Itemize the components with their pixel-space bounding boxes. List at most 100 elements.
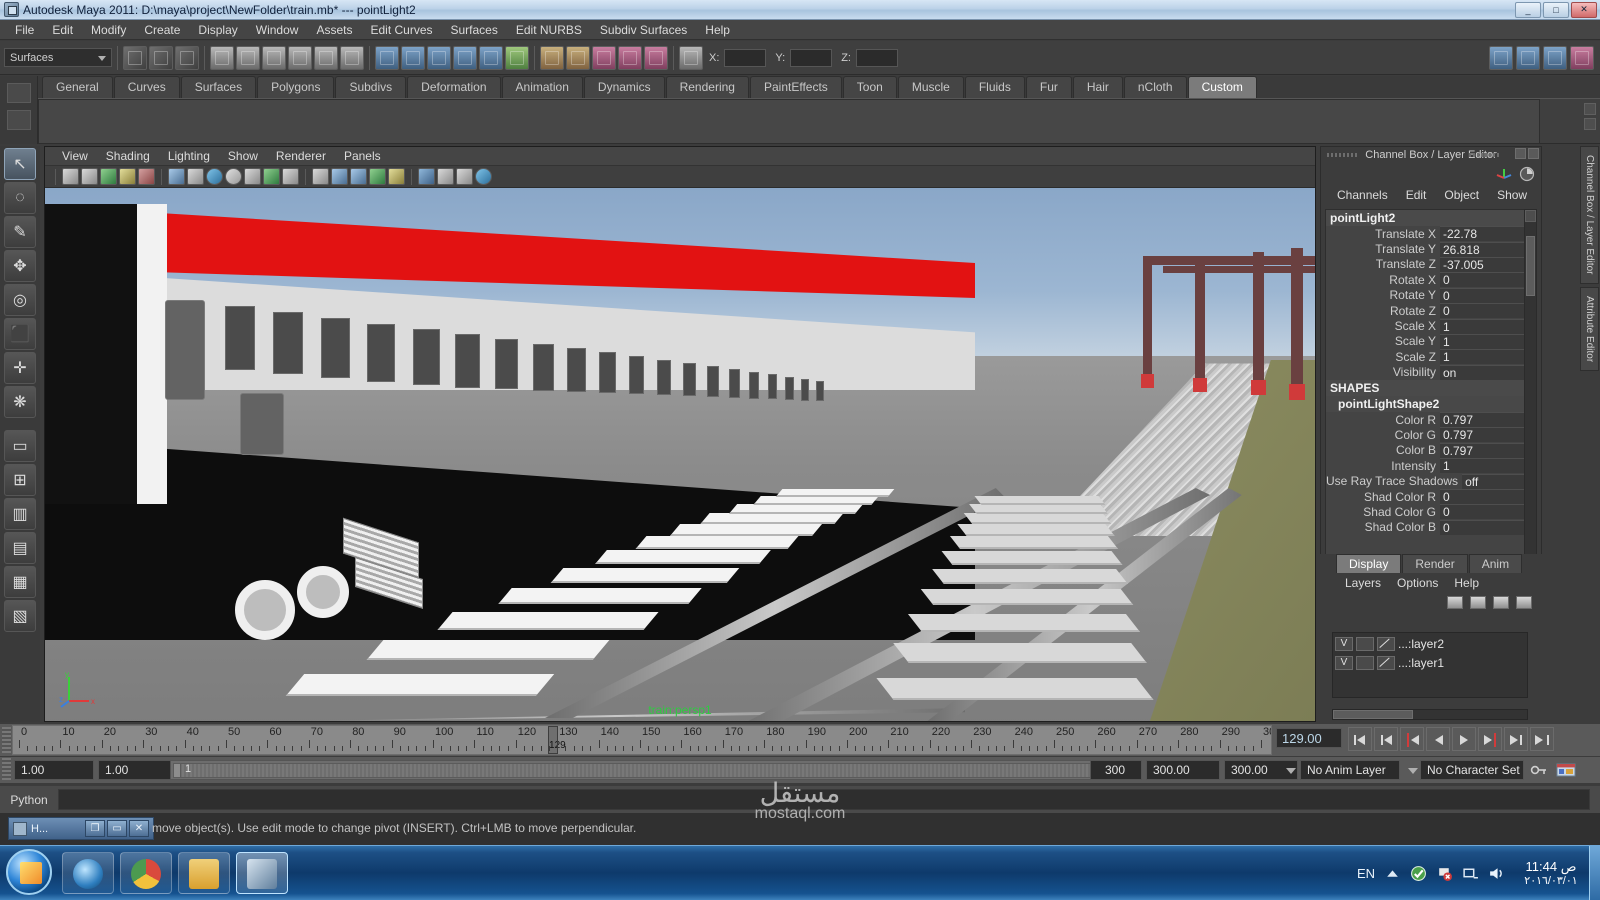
- scroll-up-arrow-icon[interactable]: [1525, 210, 1536, 222]
- component-point-icon[interactable]: [210, 45, 234, 70]
- animation-preferences-icon[interactable]: [1556, 762, 1576, 778]
- go-to-end-button[interactable]: [1530, 727, 1554, 751]
- layout-single-perspective[interactable]: ▭: [4, 430, 36, 462]
- layer-row[interactable]: V ...:layer1: [1335, 654, 1525, 671]
- 3d-scene-render[interactable]: y x z train:persp1: [45, 188, 1315, 721]
- select-camera-icon[interactable]: [62, 168, 79, 185]
- snap-to-grid-icon[interactable]: [375, 45, 399, 70]
- layer-tab-render[interactable]: Render: [1402, 554, 1468, 573]
- show-hide-sidebar-icon[interactable]: [1489, 45, 1513, 70]
- component-hull-icon[interactable]: [288, 45, 312, 70]
- minimized-maximize-button[interactable]: ▭: [107, 820, 127, 837]
- network-icon[interactable]: [1462, 865, 1479, 882]
- file-explorer-taskbar-button[interactable]: [178, 852, 230, 894]
- range-bar[interactable]: 1: [170, 760, 1130, 780]
- make-live-icon[interactable]: [505, 45, 529, 70]
- component-pivot-icon[interactable]: [314, 45, 338, 70]
- menu-modify[interactable]: Modify: [82, 21, 135, 39]
- step-back-frame-button[interactable]: [1400, 727, 1424, 751]
- playback-speed-dropdown-icon[interactable]: [1286, 768, 1296, 774]
- attr-value[interactable]: -37.005: [1440, 256, 1528, 272]
- shelf-tab-general[interactable]: General: [42, 76, 113, 98]
- layer-type-toggle[interactable]: [1377, 636, 1395, 651]
- layout-outliner-persp[interactable]: ▧: [4, 600, 36, 632]
- high-quality-render-icon[interactable]: [369, 168, 386, 185]
- viewport-menu-view[interactable]: View: [53, 148, 97, 164]
- menu-edit[interactable]: Edit: [43, 21, 82, 39]
- channel-box-menu-channels[interactable]: Channels: [1329, 187, 1396, 203]
- current-frame-field[interactable]: 129.00: [1276, 728, 1342, 748]
- channel-box-menu-edit[interactable]: Edit: [1398, 187, 1435, 203]
- layer-menu-layers[interactable]: Layers: [1338, 575, 1388, 591]
- playback-end-field[interactable]: 300.00: [1146, 760, 1220, 780]
- snap-to-curve-icon[interactable]: [401, 45, 425, 70]
- move-layer-down-icon[interactable]: [1470, 595, 1486, 609]
- two-d-pan-zoom-icon[interactable]: [138, 168, 155, 185]
- shelf-tab-rendering[interactable]: Rendering: [665, 76, 749, 98]
- time-slider-grip[interactable]: [2, 727, 11, 753]
- attr-value[interactable]: 0: [1440, 489, 1528, 505]
- time-slider[interactable]: 129 010203040506070809010011012013014015…: [12, 725, 1272, 755]
- range-bar-inner[interactable]: [173, 763, 1113, 778]
- right-tab-channel-box[interactable]: Channel Box / Layer Editor: [1580, 146, 1599, 284]
- animation-start-field[interactable]: 1.00: [14, 760, 94, 780]
- layer-playback-toggle[interactable]: [1356, 636, 1374, 651]
- panel-grip-left-icon[interactable]: [1327, 153, 1359, 157]
- wireframe-box-icon[interactable]: [312, 168, 329, 185]
- layer-row[interactable]: V ...:layer2: [1335, 635, 1525, 652]
- select-by-component-icon[interactable]: [175, 45, 199, 70]
- render-current-frame-icon[interactable]: [592, 45, 616, 70]
- attr-value[interactable]: 0: [1440, 287, 1528, 303]
- camera-attributes-icon[interactable]: [81, 168, 98, 185]
- attr-value[interactable]: 0: [1440, 272, 1528, 288]
- maya-taskbar-button[interactable]: [236, 852, 288, 894]
- internet-explorer-taskbar-button[interactable]: [62, 852, 114, 894]
- minimize-button[interactable]: _: [1515, 1, 1541, 18]
- maximize-button[interactable]: □: [1543, 1, 1569, 18]
- viewport-menu-renderer[interactable]: Renderer: [267, 148, 335, 164]
- shelf-tab-custom[interactable]: Custom: [1187, 76, 1257, 98]
- attr-value[interactable]: 0.797: [1440, 442, 1528, 458]
- layer-tab-anim[interactable]: Anim: [1468, 554, 1523, 573]
- attr-value[interactable]: -22.78: [1440, 226, 1528, 242]
- shelf-tab-animation[interactable]: Animation: [501, 76, 583, 98]
- shadows-icon[interactable]: [244, 168, 261, 185]
- move-layer-up-icon[interactable]: [1447, 595, 1463, 609]
- close-button[interactable]: ✕: [1571, 1, 1597, 18]
- default-material-icon[interactable]: [282, 168, 299, 185]
- menu-help[interactable]: Help: [696, 21, 739, 39]
- layer-visibility-toggle[interactable]: V: [1335, 655, 1353, 670]
- scale-tool[interactable]: ⬛: [4, 318, 36, 350]
- show-attribute-editor-icon[interactable]: [1516, 45, 1540, 70]
- layer-playback-toggle[interactable]: [1356, 655, 1374, 670]
- step-forward-frame-button[interactable]: [1478, 727, 1502, 751]
- anim-layer-dropdown-icon[interactable]: [1408, 768, 1418, 774]
- shelf-scroll-left-icon[interactable]: [1584, 103, 1596, 115]
- absolute-relative-toggle-icon[interactable]: [679, 45, 703, 70]
- menu-surfaces[interactable]: Surfaces: [442, 21, 507, 39]
- layout-persp-graph[interactable]: ▦: [4, 566, 36, 598]
- shelf-tab-curves[interactable]: Curves: [113, 76, 180, 98]
- soft-modification-tool[interactable]: ❋: [4, 386, 36, 418]
- share-viewport-icon[interactable]: [475, 168, 492, 185]
- use-all-lights-icon[interactable]: [225, 168, 242, 185]
- layer-tab-display[interactable]: Display: [1336, 554, 1402, 573]
- shelf-tab-fluids[interactable]: Fluids: [964, 76, 1025, 98]
- snap-to-view-plane-icon[interactable]: [479, 45, 503, 70]
- channel-box-menu-object[interactable]: Object: [1436, 187, 1487, 203]
- layer-name[interactable]: ...:layer1: [1398, 656, 1444, 670]
- playback-end-small-field[interactable]: 300: [1090, 760, 1142, 780]
- attr-value[interactable]: off: [1462, 473, 1528, 489]
- open-history-icon[interactable]: [540, 45, 564, 70]
- shelf-tab-surfaces[interactable]: Surfaces: [180, 76, 257, 98]
- layout-hypershade-persp[interactable]: ▤: [4, 532, 36, 564]
- component-line-icon[interactable]: [236, 45, 260, 70]
- construction-history-icon[interactable]: [566, 45, 590, 70]
- clock[interactable]: 11:44 ص ٢٠١٦/٠٣/٠١: [1514, 859, 1588, 889]
- select-by-object-icon[interactable]: [149, 45, 173, 70]
- image-plane-icon[interactable]: [119, 168, 136, 185]
- layer-menu-help[interactable]: Help: [1447, 575, 1486, 591]
- attr-value[interactable]: 1: [1440, 349, 1528, 365]
- menu-display[interactable]: Display: [189, 21, 246, 39]
- shelf-items-area[interactable]: [38, 99, 1540, 144]
